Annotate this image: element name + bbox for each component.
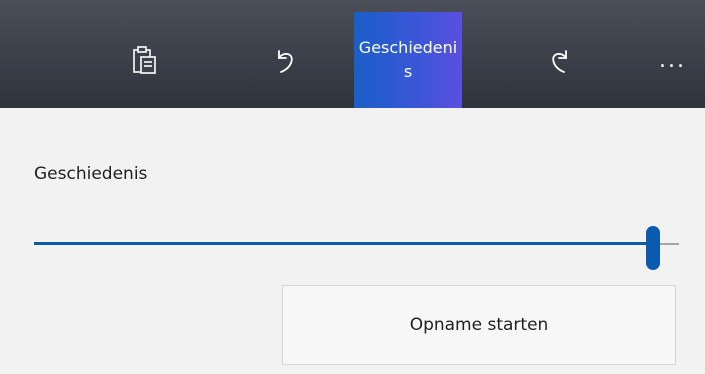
history-slider[interactable] [34, 226, 679, 270]
more-icon: ... [659, 47, 686, 73]
clipboard-paste-icon [132, 45, 158, 75]
start-recording-label: Opname starten [409, 315, 549, 335]
redo-icon [548, 45, 572, 75]
paste-button[interactable] [110, 12, 180, 108]
history-tab-button[interactable]: Geschiedenis [354, 12, 462, 108]
slider-fill [34, 242, 654, 245]
slider-thumb[interactable] [646, 226, 661, 270]
undo-icon [273, 45, 297, 75]
more-options-button[interactable]: ... [640, 12, 705, 108]
start-recording-button[interactable]: Opname starten [282, 285, 676, 365]
app-window: Geschiedenis ... Geschiedenis Opname sta… [0, 0, 705, 374]
toolbar: Geschiedenis ... [0, 0, 705, 108]
redo-button[interactable] [525, 12, 595, 108]
undo-button[interactable] [250, 12, 320, 108]
history-panel: Geschiedenis Opname starten [0, 108, 705, 374]
history-tab-label: Geschiedenis [358, 38, 458, 81]
section-title: Geschiedenis [34, 164, 148, 184]
